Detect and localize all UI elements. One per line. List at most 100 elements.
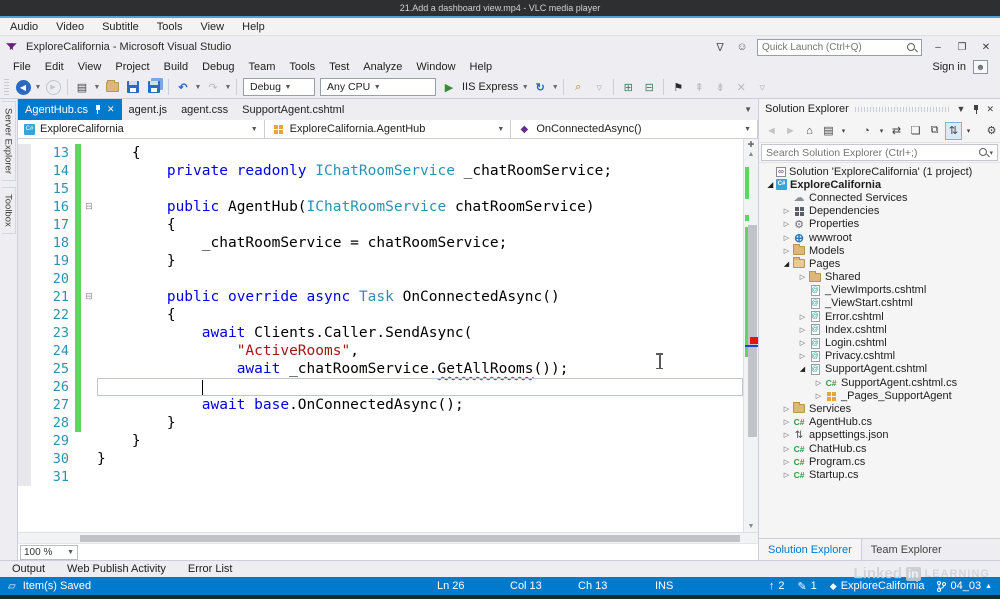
tree-item-appsettings-json[interactable]: ▷ ⇅ appsettings.json: [759, 429, 1000, 442]
breakpoint-margin[interactable]: [18, 414, 31, 432]
tree-item-shared[interactable]: ▷ Shared: [759, 270, 1000, 284]
zoom-level-select[interactable]: 100 % ▼: [20, 544, 78, 560]
breakpoint-margin[interactable]: [18, 432, 31, 450]
restore-button[interactable]: ❐: [954, 42, 970, 53]
menu-project[interactable]: Project: [108, 61, 156, 73]
menu-team[interactable]: Team: [242, 61, 283, 73]
menu-build[interactable]: Build: [157, 61, 195, 73]
breakpoint-margin[interactable]: [18, 396, 31, 414]
se-forward-icon[interactable]: ►: [782, 122, 799, 140]
se-sync-active-doc-icon[interactable]: ⇅: [945, 121, 962, 140]
sign-in-link[interactable]: Sign in: [932, 61, 966, 73]
se-refresh-icon[interactable]: ⇄: [888, 122, 905, 140]
quick-launch-input[interactable]: [762, 41, 906, 53]
expander-icon[interactable]: ▷: [781, 207, 792, 215]
close-icon[interactable]: ✕: [986, 104, 994, 115]
scrollbar-thumb[interactable]: [80, 535, 740, 542]
quick-launch-box[interactable]: [757, 38, 922, 56]
code-text[interactable]: }: [97, 432, 743, 450]
breakpoint-margin[interactable]: [18, 324, 31, 342]
tree-item--pages-supportagent[interactable]: ▷ _Pages_SupportAgent: [759, 389, 1000, 402]
tree-item-privacy-cshtml[interactable]: ▷ @ Privacy.cshtml: [759, 350, 1000, 363]
vlc-menu-subtitle[interactable]: Subtitle: [102, 21, 139, 33]
se-home-icon[interactable]: ⌂: [801, 122, 818, 140]
menu-test[interactable]: Test: [322, 61, 356, 73]
tab-agent.js[interactable]: agent.js: [122, 99, 175, 120]
solution-search-input[interactable]: [766, 146, 979, 159]
bottom-tab-error-list[interactable]: Error List: [188, 563, 233, 575]
breakpoint-margin[interactable]: [18, 162, 31, 180]
expander-icon[interactable]: ▷: [781, 234, 792, 242]
code-text[interactable]: [97, 468, 743, 486]
expander-icon[interactable]: ▷: [797, 313, 808, 321]
code-line-22[interactable]: 22 {: [18, 306, 743, 324]
code-line-29[interactable]: 29 }: [18, 432, 743, 450]
vlc-menu-video[interactable]: Video: [56, 21, 84, 33]
tab-agenthub.cs[interactable]: AgentHub.cs ✕: [18, 99, 122, 120]
breakpoint-margin[interactable]: [18, 216, 31, 234]
breakpoint-margin[interactable]: [18, 378, 31, 396]
refresh-icon[interactable]: ↻: [530, 77, 550, 97]
tree-item-wwwroot[interactable]: ▷ ⊕ wwwroot: [759, 231, 1000, 245]
expander-icon[interactable]: ▷: [781, 247, 792, 255]
code-text[interactable]: private readonly IChatRoomService _chatR…: [97, 162, 743, 180]
menu-debug[interactable]: Debug: [195, 61, 241, 73]
toolbar-grip[interactable]: [4, 79, 9, 95]
code-line-28[interactable]: 28 }: [18, 414, 743, 432]
close-icon[interactable]: ✕: [107, 104, 115, 115]
new-file-icon[interactable]: ▤: [72, 77, 92, 97]
breakpoint-margin[interactable]: [18, 252, 31, 270]
breakpoint-margin[interactable]: [18, 288, 31, 306]
side-tab-toolbox[interactable]: Toolbox: [1, 187, 16, 234]
debug-target-combo[interactable]: Debug ▼: [243, 78, 315, 96]
code-editor[interactable]: 13 {14 private readonly IChatRoomService…: [18, 139, 743, 532]
tree-item-solution-explorecalifornia-1-project-[interactable]: ∞ Solution 'ExploreCalifornia' (1 project…: [759, 165, 1000, 178]
open-folder-icon[interactable]: [102, 77, 122, 97]
close-button[interactable]: ✕: [978, 42, 994, 53]
code-text[interactable]: }: [97, 252, 743, 270]
chevron-down-icon[interactable]: ▼: [93, 84, 101, 91]
tree-item-connected-services[interactable]: ☁ Connected Services: [759, 191, 1000, 205]
code-text[interactable]: {: [97, 216, 743, 234]
menu-file[interactable]: File: [6, 61, 38, 73]
tree-item-error-cshtml[interactable]: ▷ @ Error.cshtml: [759, 310, 1000, 323]
tree-item-agenthub-cs[interactable]: ▷ C# AgentHub.cs: [759, 416, 1000, 429]
fold-margin[interactable]: ⊟: [81, 288, 97, 306]
tree-item-index-cshtml[interactable]: ▷ @ Index.cshtml: [759, 323, 1000, 336]
run-target-label[interactable]: IIS Express: [462, 81, 518, 93]
undo-icon[interactable]: ↶: [173, 77, 193, 97]
chevron-down-icon[interactable]: ▼: [551, 84, 559, 91]
breadcrumb-2[interactable]: ◆ OnConnectedAsync() ▼: [511, 120, 759, 138]
expander-icon[interactable]: ▷: [781, 418, 792, 426]
expander-icon[interactable]: ▷: [781, 405, 792, 413]
breakpoint-margin[interactable]: [18, 144, 31, 162]
push-count[interactable]: ↑ 2: [769, 580, 785, 592]
start-debug-icon[interactable]: ▶: [439, 77, 459, 97]
vertical-scrollbar[interactable]: ✚ ▲ ▼: [743, 139, 758, 532]
expander-icon[interactable]: ▷: [781, 431, 792, 439]
expander-icon[interactable]: ▷: [813, 392, 824, 400]
side-tab-server-explorer[interactable]: Server Explorer: [1, 101, 16, 181]
se-switch-views-icon[interactable]: ▤: [820, 122, 837, 140]
tree-item-startup-cs[interactable]: ▷ C# Startup.cs: [759, 468, 1000, 481]
tree-item-supportagent-cshtml[interactable]: ◢ @ SupportAgent.cshtml: [759, 363, 1000, 376]
vlc-menu-view[interactable]: View: [200, 21, 224, 33]
breakpoint-margin[interactable]: [18, 180, 31, 198]
code-line-13[interactable]: 13 {: [18, 144, 743, 162]
breadcrumb-1[interactable]: ExploreCalifornia.AgentHub ▼: [265, 120, 512, 138]
code-text[interactable]: public override async Task OnConnectedAs…: [97, 288, 743, 306]
expander-icon[interactable]: ◢: [781, 260, 792, 268]
code-line-16[interactable]: 16 ⊟ public AgentHub(IChatRoomService cha…: [18, 198, 743, 216]
toolbar-overflow-icon[interactable]: ▿: [589, 77, 609, 97]
code-text[interactable]: "ActiveRooms",: [97, 342, 743, 360]
breakpoint-margin[interactable]: [18, 450, 31, 468]
menu-help[interactable]: Help: [463, 61, 500, 73]
tree-item-models[interactable]: ▷ Models: [759, 244, 1000, 257]
tree-item-services[interactable]: ▷ Services: [759, 402, 1000, 415]
expander-icon[interactable]: ▷: [797, 339, 808, 347]
nav-back-icon[interactable]: ◀: [13, 77, 33, 97]
tree-item-program-cs[interactable]: ▷ C# Program.cs: [759, 455, 1000, 468]
code-text[interactable]: {: [97, 144, 743, 162]
code-text[interactable]: await base.OnConnectedAsync();: [97, 396, 743, 414]
nav-forward-icon[interactable]: ▶: [43, 77, 63, 97]
